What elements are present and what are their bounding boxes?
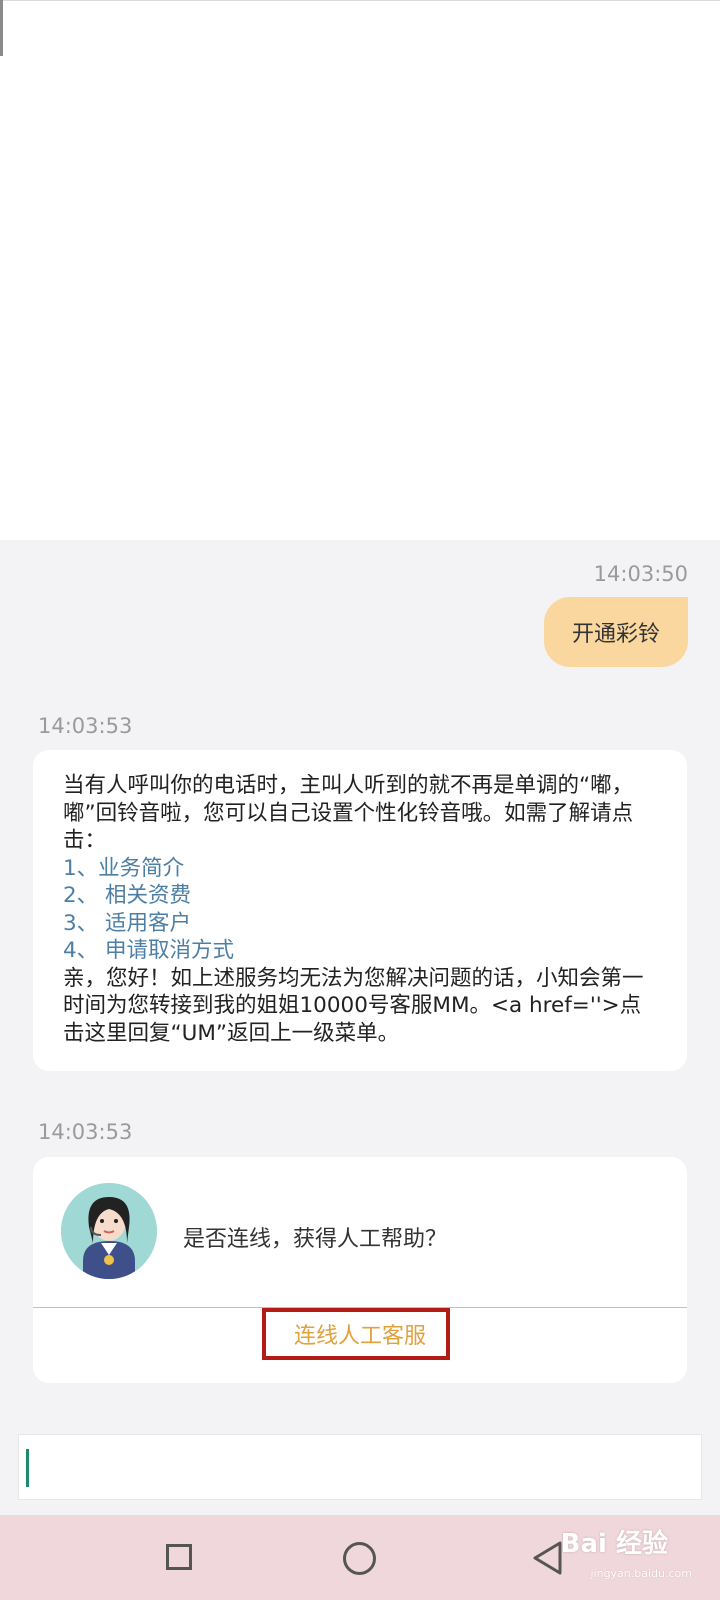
card-header: 是否连线，获得人工帮助？ — [33, 1157, 687, 1307]
baidu-watermark-url: jingyan.baidu.com — [590, 1567, 692, 1580]
home-icon[interactable] — [343, 1542, 376, 1575]
message-input[interactable] — [18, 1434, 702, 1500]
bot-message-time: 14:03:53 — [38, 714, 133, 738]
user-message-bubble[interactable]: 开通彩铃 — [543, 597, 688, 667]
recent-apps-icon[interactable] — [166, 1544, 192, 1570]
text-cursor — [26, 1449, 29, 1487]
scroll-indicator — [0, 0, 3, 56]
system-nav-bar: Bai 经验 jingyan.baidu.com — [0, 1515, 720, 1600]
agent-avatar-icon — [61, 1183, 157, 1279]
menu-link-intro[interactable]: 1、业务简介 — [63, 855, 657, 883]
card-question-text: 是否连线，获得人工帮助？ — [183, 1227, 448, 1252]
bot-message-bubble: 当有人呼叫你的电话时，主叫人听到的就不再是单调的“嘟，嘟”回铃音啦，您可以自己设… — [33, 750, 687, 1071]
bot-outro-text: 亲，您好！如上述服务均无法为您解决问题的话，小知会第一时间为您转接到我的姐姐10… — [63, 965, 644, 1046]
baidu-watermark: Bai 经验 — [560, 1529, 668, 1559]
card-message-time: 14:03:53 — [38, 1120, 133, 1144]
connect-agent-button[interactable]: 连线人工客服 — [280, 1319, 440, 1355]
menu-link-cancel[interactable]: 4、 申请取消方式 — [63, 937, 657, 965]
menu-link-fees[interactable]: 2、 相关资费 — [63, 882, 657, 910]
back-icon[interactable] — [530, 1540, 564, 1576]
top-divider — [0, 0, 720, 1]
bot-intro-text: 当有人呼叫你的电话时，主叫人听到的就不再是单调的“嘟，嘟”回铃音啦，您可以自己设… — [63, 773, 634, 853]
menu-link-customers[interactable]: 3、 适用客户 — [63, 910, 657, 938]
connect-area: 连线人工客服 — [33, 1308, 687, 1383]
user-message-time: 14:03:50 — [593, 562, 688, 586]
human-support-card: 是否连线，获得人工帮助？ 连线人工客服 — [33, 1157, 687, 1383]
chat-area[interactable]: 14:03:50 开通彩铃 14:03:53 当有人呼叫你的电话时，主叫人听到的… — [0, 540, 720, 1423]
blank-top-area — [0, 0, 720, 540]
